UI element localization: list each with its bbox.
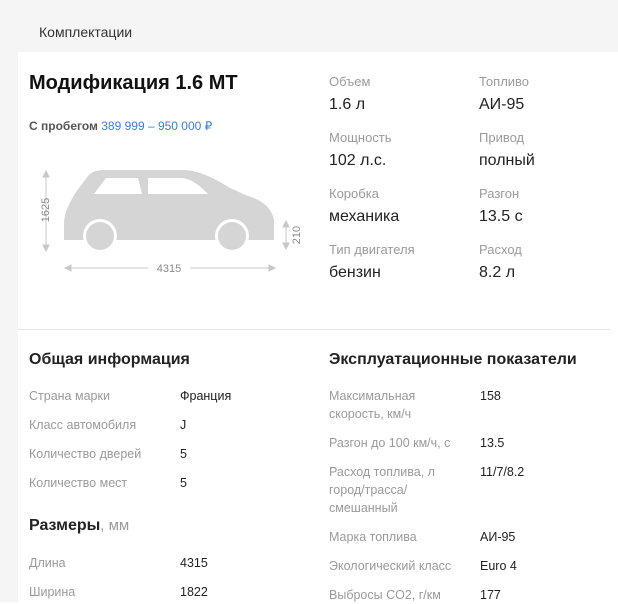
spec-label: Разгон (479, 186, 520, 201)
performance-row-label: Расход топлива, л город/трасса/смешанный (329, 465, 435, 515)
general-row-value: Франция (180, 389, 232, 403)
spec-label: Тип двигателя (329, 242, 415, 257)
performance-row-value: 177 (480, 588, 501, 602)
spec-label: Расход (479, 242, 522, 257)
header-bar: Комплектации (18, 0, 618, 52)
general-row-value: 5 (180, 476, 187, 490)
tab-komplektacii[interactable]: Комплектации (39, 24, 132, 40)
spec-power: Мощность 102 л.с. (329, 130, 392, 170)
spec-drive: Привод полный (479, 130, 535, 170)
spec-label: Коробка (329, 186, 379, 201)
sizes-row-label: Длина (29, 556, 66, 570)
spec-gearbox: Коробка механика (329, 186, 399, 226)
spec-label: Мощность (329, 130, 392, 145)
spec-consumption: Расход 8.2 л (479, 242, 522, 282)
spec-value: механика (329, 208, 400, 225)
general-row-label: Класс автомобиля (29, 418, 137, 432)
performance-row-value: 13.5 (480, 436, 505, 450)
spec-value: 13.5 с (479, 208, 523, 225)
performance-row-value: Euro 4 (480, 559, 517, 573)
spec-value: полный (479, 152, 535, 169)
spec-label: Топливо (479, 74, 530, 89)
general-row-label: Страна марки (29, 389, 110, 403)
sizes-row-value: 4315 (180, 556, 208, 570)
performance-row-label: Разгон до 100 км/ч, с (329, 436, 451, 450)
performance-row-label: Максимальная скорость, км/ч (329, 389, 416, 421)
general-row-value: 5 (180, 447, 187, 461)
spec-value: 102 л.с. (329, 152, 387, 169)
performance-title: Эксплуатационные показатели (329, 351, 577, 368)
performance-row-label: Выбросы CO2, г/км (329, 588, 441, 602)
general-row-label: Количество мест (29, 476, 128, 490)
length-label: 4315 (157, 263, 181, 275)
sizes-row-value: 1822 (180, 585, 208, 599)
clearance-label: 210 (291, 226, 303, 244)
general-row-value: J (180, 418, 187, 432)
spec-label: Привод (479, 130, 525, 145)
spec-fuel: Топливо АИ-95 (479, 74, 529, 114)
sizes-row-label: Ширина (29, 585, 76, 599)
price-line: С пробегом 389 999 – 950 000 ₽ (29, 119, 212, 133)
car-silhouette-icon (64, 170, 274, 253)
performance-row-label: Экологический класс (329, 559, 452, 573)
section-divider (18, 329, 610, 330)
spec-acceleration: Разгон 13.5 с (479, 186, 523, 226)
spec-label: Объем (329, 74, 371, 89)
performance-row-value: 11/7/8.2 (480, 465, 525, 479)
sizes-unit: , мм (100, 517, 130, 534)
price-prefix: С пробегом (29, 119, 98, 133)
car-dimensions-drawing: 1625 210 4315 (40, 169, 303, 276)
performance-row-value: 158 (480, 389, 501, 403)
spec-value: 1.6 л (329, 96, 366, 113)
sizes-title: Размеры, мм (29, 517, 129, 535)
clearance-arrow (282, 219, 290, 251)
general-row-label: Количество дверей (29, 447, 142, 461)
height-label: 1625 (40, 198, 52, 222)
spec-volume: Объем 1.6 л (329, 74, 370, 114)
performance-row-label: Марка топлива (329, 530, 417, 544)
spec-value: 8.2 л (479, 264, 516, 281)
left-gutter (0, 0, 18, 602)
general-info-title: Общая информация (29, 351, 190, 368)
spec-value: АИ-95 (479, 96, 525, 113)
price-range-link[interactable]: 389 999 – 950 000 ₽ (101, 119, 212, 133)
performance-row-value: АИ-95 (480, 530, 516, 544)
spec-value: бензин (329, 264, 381, 281)
modification-title: Модификация 1.6 MT (29, 72, 238, 94)
sizes-title-text: Размеры (29, 517, 101, 534)
spec-engine-type: Тип двигателя бензин (329, 242, 415, 282)
